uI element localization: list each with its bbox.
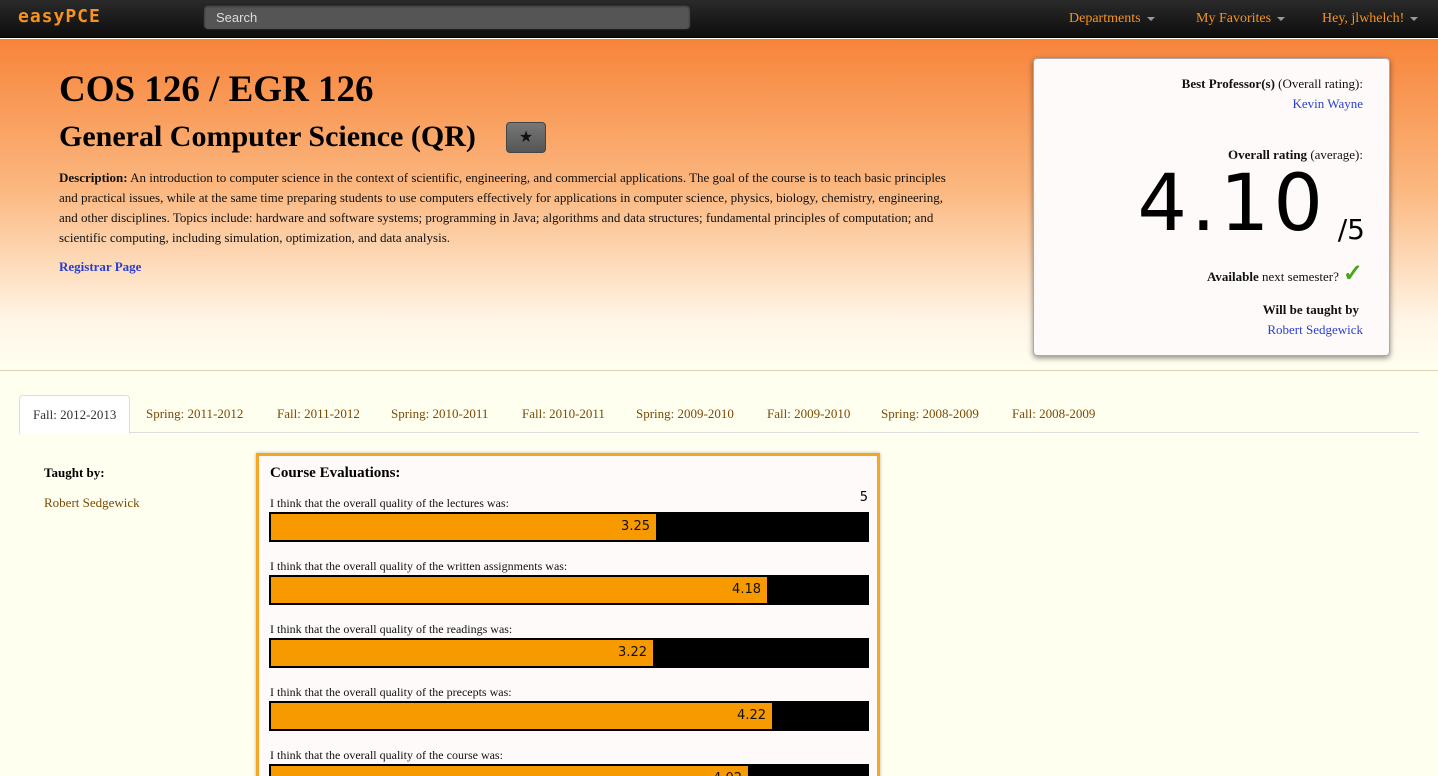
departments-label: Departments: [1069, 11, 1141, 26]
evaluation-bar-fill: 3.22: [271, 640, 655, 666]
evaluation-question: I think that the overall quality of the …: [270, 559, 568, 573]
search-input[interactable]: [203, 4, 691, 30]
best-professor-heading: Best Professor(s) (Overall rating):: [1182, 76, 1363, 92]
evaluation-question: I think that the overall quality of the …: [270, 685, 512, 699]
evaluation-bar-fill: 3.25: [271, 514, 658, 540]
evaluations-title: Course Evaluations:: [270, 465, 401, 481]
description-label: Description:: [59, 170, 128, 185]
semester-tabs: Fall: 2012-2013 Spring: 2011-2012 Fall: …: [19, 395, 1419, 434]
caret-down-icon: [1277, 16, 1286, 21]
tab-fall-2009-2010[interactable]: Fall: 2009-2010: [754, 395, 863, 433]
best-professor-label: Best Professor(s): [1181, 76, 1275, 91]
description-text: An introduction to computer science in t…: [59, 170, 946, 245]
tab-spring-2009-2010[interactable]: Spring: 2009-2010: [623, 395, 747, 433]
caret-down-icon: [1410, 16, 1419, 21]
evaluation-question: I think that the overall quality of the …: [270, 748, 503, 762]
available-label: Available: [1206, 269, 1259, 284]
evaluation-question: I think that the overall quality of the …: [270, 496, 509, 510]
tab-spring-2008-2009[interactable]: Spring: 2008-2009: [868, 395, 992, 433]
course-code: COS 126 / EGR 126: [59, 69, 374, 110]
caret-down-icon: [1146, 16, 1155, 21]
course-evaluations-panel: Course Evaluations: 5 I think that the o…: [256, 453, 880, 776]
tab-fall-2011-2012[interactable]: Fall: 2011-2012: [264, 395, 373, 433]
evaluation-bar-fill: 4.02: [271, 766, 750, 776]
evaluation-bar: 4.22: [269, 701, 869, 731]
evaluation-bar: 4.18: [269, 575, 869, 605]
tab-fall-2008-2009[interactable]: Fall: 2008-2009: [999, 395, 1108, 433]
rating-card: Best Professor(s) (Overall rating): Kevi…: [1033, 58, 1390, 356]
evaluation-bar: 3.22: [269, 638, 869, 668]
favorite-star-button[interactable]: ★: [506, 122, 546, 153]
evaluations-max-label: 5: [859, 490, 868, 505]
tab-spring-2011-2012[interactable]: Spring: 2011-2012: [133, 395, 256, 433]
registrar-page-link[interactable]: Registrar Page: [59, 259, 141, 275]
availability: Available next semester? ✓: [1207, 259, 1363, 288]
evaluation-bar: 3.25: [269, 512, 869, 542]
top-navbar: easyPCE Departments My Favorites Hey, jl…: [0, 0, 1438, 38]
overall-rating-value: 4.10: [1137, 159, 1327, 249]
course-title: General Computer Science (QR): [59, 120, 476, 153]
evaluation-bar-fill: 4.18: [271, 577, 769, 603]
user-greeting: Hey, jlwhelch!: [1322, 11, 1405, 26]
best-professor-suffix: (Overall rating):: [1278, 76, 1363, 91]
professor-link[interactable]: Robert Sedgewick: [44, 495, 140, 511]
available-suffix: next semester?: [1262, 269, 1339, 284]
overall-rating-max: /5: [1337, 213, 1365, 246]
evaluation-bar-fill: 4.22: [271, 703, 774, 729]
evaluation-bar: 4.02: [269, 764, 869, 776]
will-be-taught-link[interactable]: Robert Sedgewick: [1267, 322, 1363, 337]
favorites-label: My Favorites: [1196, 11, 1272, 26]
tab-spring-2010-2011[interactable]: Spring: 2010-2011: [378, 395, 501, 433]
will-be-taught-label: Will be taught by: [1262, 302, 1359, 317]
best-professor-link[interactable]: Kevin Wayne: [1292, 96, 1363, 111]
taught-by-label: Taught by:: [44, 465, 105, 480]
checkmark-icon: ✓: [1342, 261, 1363, 287]
favorites-dropdown[interactable]: My Favorites: [1196, 11, 1286, 27]
star-icon: ★: [518, 129, 534, 146]
tab-fall-2010-2011[interactable]: Fall: 2010-2011: [509, 395, 618, 433]
tab-fall-2012-2013[interactable]: Fall: 2012-2013: [19, 395, 131, 434]
course-description: Description: An introduction to computer…: [59, 168, 954, 248]
evaluation-question: I think that the overall quality of the …: [270, 622, 513, 636]
brand-logo[interactable]: easyPCE: [18, 6, 101, 27]
departments-dropdown[interactable]: Departments: [1069, 11, 1155, 27]
user-dropdown[interactable]: Hey, jlwhelch!: [1322, 11, 1419, 27]
